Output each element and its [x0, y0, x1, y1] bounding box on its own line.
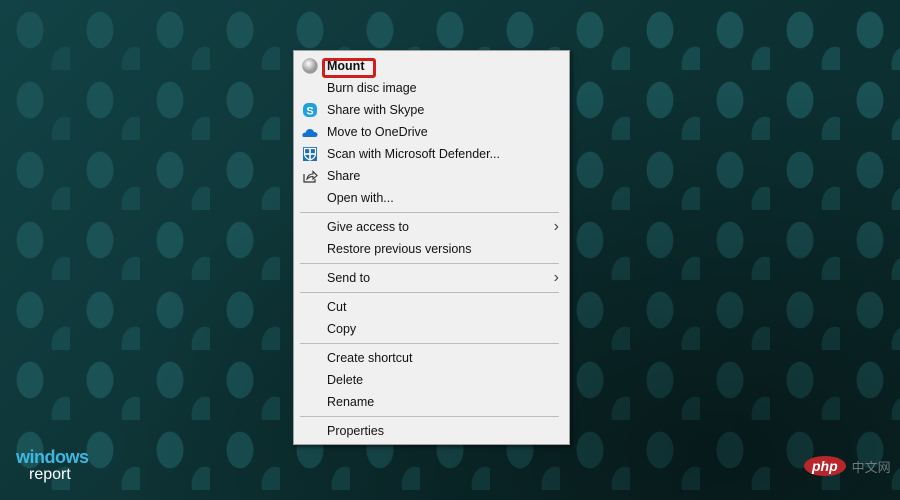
menu-item-label: Open with... — [327, 191, 394, 205]
menu-item-scan-with-defender[interactable]: Scan with Microsoft Defender... — [294, 143, 569, 165]
windows-report-logo: windows report — [16, 448, 89, 483]
skype-icon: S — [302, 102, 318, 118]
share-icon — [302, 168, 318, 184]
menu-item-label: Copy — [327, 322, 357, 336]
php-watermark: php 中文网 — [804, 456, 891, 476]
menu-separator — [300, 263, 559, 264]
menu-item-label: Share with Skype — [327, 103, 425, 117]
menu-item-create-shortcut[interactable]: Create shortcut — [294, 347, 569, 369]
menu-separator — [300, 212, 559, 213]
menu-item-label: Share — [327, 169, 361, 183]
chevron-right-icon: › — [553, 269, 559, 286]
menu-item-label: Rename — [327, 395, 375, 409]
highlight-box — [322, 58, 376, 78]
menu-item-label: Burn disc image — [327, 81, 417, 95]
menu-item-properties[interactable]: Properties — [294, 420, 569, 442]
menu-item-label: Give access to — [327, 220, 409, 234]
defender-icon — [302, 146, 318, 162]
menu-item-share-with-skype[interactable]: S Share with Skype — [294, 99, 569, 121]
menu-separator — [300, 343, 559, 344]
menu-item-label: Restore previous versions — [327, 242, 472, 256]
svg-text:S: S — [306, 106, 313, 118]
menu-item-label: Move to OneDrive — [327, 125, 428, 139]
chevron-right-icon: › — [553, 218, 559, 235]
menu-item-open-with[interactable]: Open with... — [294, 187, 569, 209]
menu-item-copy[interactable]: Copy — [294, 318, 569, 340]
menu-item-mount[interactable]: Mount — [294, 55, 569, 78]
menu-separator — [300, 416, 559, 417]
menu-item-label: Send to — [327, 271, 371, 285]
php-text: 中文网 — [851, 459, 891, 475]
menu-item-label: Delete — [327, 373, 364, 387]
menu-item-label: Scan with Microsoft Defender... — [327, 147, 500, 161]
menu-item-rename[interactable]: Rename — [294, 391, 569, 413]
menu-item-label: Create shortcut — [327, 351, 413, 365]
disc-icon — [302, 58, 318, 74]
menu-item-restore-previous-versions[interactable]: Restore previous versions — [294, 238, 569, 260]
menu-item-share[interactable]: Share — [294, 165, 569, 187]
menu-item-burn-disc-image[interactable]: Burn disc image — [294, 77, 569, 99]
menu-item-cut[interactable]: Cut — [294, 296, 569, 318]
menu-item-label: Cut — [327, 300, 347, 314]
menu-item-label: Properties — [327, 424, 384, 438]
logo-line1: windows — [16, 447, 89, 467]
logo-line2: report — [29, 466, 71, 483]
menu-item-send-to[interactable]: Send to › — [294, 267, 569, 289]
context-menu: Mount Burn disc image S Share with Skype… — [293, 50, 570, 445]
menu-item-move-to-onedrive[interactable]: Move to OneDrive — [294, 121, 569, 143]
menu-separator — [300, 292, 559, 293]
php-badge: php — [804, 456, 846, 476]
menu-item-delete[interactable]: Delete — [294, 369, 569, 391]
onedrive-icon — [302, 124, 318, 140]
menu-item-give-access-to[interactable]: Give access to › — [294, 216, 569, 238]
